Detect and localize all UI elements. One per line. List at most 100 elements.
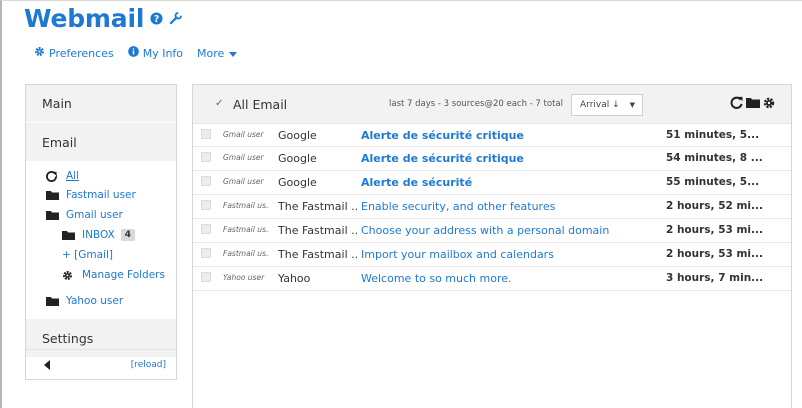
message-time: 2 hours, 52 mi... — [666, 200, 763, 212]
message-sender: Google — [278, 176, 317, 189]
message-subject[interactable]: Welcome to so much more. — [361, 272, 512, 285]
message-account: Fastmail us... — [223, 225, 269, 234]
sidebar-settings-label: Settings — [42, 330, 94, 346]
sidebar-item-label: + [Gmail] — [62, 249, 113, 261]
more-menu[interactable]: More — [197, 47, 241, 60]
sidebar-item-label: INBOX — [82, 229, 115, 241]
message-account: Fastmail us... — [223, 249, 269, 258]
wrench-icon[interactable] — [169, 12, 183, 25]
svg-text:?: ? — [154, 14, 159, 25]
message-sender: The Fastmail ... — [278, 224, 358, 237]
message-subject[interactable]: Import your mailbox and calendars — [361, 248, 554, 261]
message-row[interactable]: Fastmail us... The Fastmail ... Choose y… — [193, 219, 791, 243]
message-account: Yahoo user — [223, 273, 265, 282]
caret-down-icon: ▼ — [629, 101, 635, 109]
folder-icon[interactable] — [746, 97, 760, 108]
message-time: 2 hours, 53 mi... — [666, 248, 763, 260]
more-label: More — [197, 46, 225, 60]
message-subject[interactable]: Alerte de sécurité critique — [361, 129, 524, 142]
message-time: 54 minutes, 8 ... — [666, 152, 763, 164]
sidebar-item-gmail[interactable]: Gmail user — [26, 205, 176, 225]
folder-icon — [46, 210, 60, 220]
sidebar-footer: [reload] — [26, 349, 176, 379]
message-checkbox[interactable] — [201, 200, 211, 210]
sidebar-section-main[interactable]: Main — [26, 85, 176, 122]
unread-count-badge: 4 — [120, 229, 136, 241]
message-checkbox[interactable] — [201, 224, 211, 234]
left-arrow-icon[interactable] — [44, 355, 50, 374]
top-nav: Preferences My Info More — [34, 46, 255, 60]
message-time: 3 hours, 7 min... — [666, 272, 764, 284]
message-checkbox[interactable] — [201, 152, 211, 162]
folder-icon — [46, 296, 60, 306]
message-sender: Google — [278, 129, 317, 142]
sidebar-item-inbox[interactable]: INBOX 4 — [26, 225, 176, 245]
sidebar-item-label: Gmail user — [66, 209, 123, 221]
gear-icon — [34, 46, 49, 60]
all-icon — [46, 170, 60, 182]
header: Webmail ? — [24, 4, 183, 33]
sidebar: Main Email All Fastmail user Gmail user — [25, 84, 177, 380]
folder-tree: All Fastmail user Gmail user INBOX 4 + [… — [26, 161, 176, 319]
sidebar-main-label: Main — [42, 96, 72, 111]
sidebar-section-email[interactable]: Email — [26, 123, 176, 161]
gear-icon — [62, 270, 76, 281]
message-sender: The Fastmail ... — [278, 248, 358, 261]
message-time: 51 minutes, 5... — [666, 129, 760, 141]
message-subject[interactable]: Alerte de sécurité critique — [361, 152, 524, 165]
message-account: Gmail user — [223, 177, 264, 186]
folder-icon — [46, 190, 60, 200]
select-all-checkbox[interactable]: ✓ — [215, 98, 223, 109]
page-title: Webmail — [24, 4, 145, 33]
message-time: 55 minutes, 5... — [666, 176, 760, 188]
sidebar-item-all[interactable]: All — [26, 167, 176, 185]
folder-icon — [62, 230, 76, 240]
message-subject[interactable]: Alerte de sécurité — [361, 176, 472, 189]
toolbar-actions — [727, 96, 775, 109]
sort-select[interactable]: Arrival ↓ ▼ — [571, 94, 643, 116]
reload-link[interactable]: [reload] — [131, 360, 166, 370]
preferences-label: Preferences — [49, 46, 114, 60]
info-icon — [127, 46, 143, 60]
question-icon[interactable]: ? — [150, 12, 163, 25]
message-row[interactable]: Gmail user Google Alerte de sécurité 55 … — [193, 171, 791, 195]
message-row[interactable]: Gmail user Google Alerte de sécurité cri… — [193, 147, 791, 171]
sidebar-item-manage-folders[interactable]: Manage Folders — [26, 265, 176, 285]
message-sender: Google — [278, 152, 317, 165]
message-account: Gmail user — [223, 153, 264, 162]
caret-down-icon — [229, 47, 241, 60]
sort-value: Arrival ↓ — [580, 100, 620, 110]
message-row[interactable]: Fastmail us... The Fastmail ... Enable s… — [193, 195, 791, 219]
sidebar-item-fastmail[interactable]: Fastmail user — [26, 185, 176, 205]
list-title: All Email — [233, 97, 288, 112]
message-row[interactable]: Yahoo user Yahoo Welcome to so much more… — [193, 267, 791, 291]
message-account: Gmail user — [223, 130, 264, 139]
sidebar-email-label: Email — [42, 134, 77, 150]
preferences-link[interactable]: Preferences — [34, 46, 114, 60]
sidebar-item-label: Yahoo user — [66, 295, 124, 307]
myinfo-link[interactable]: My Info — [127, 46, 184, 60]
message-list-panel: ✓ All Email last 7 days - 3 sources@20 e… — [192, 84, 792, 408]
message-subject[interactable]: Choose your address with a personal doma… — [361, 224, 609, 237]
message-checkbox[interactable] — [201, 176, 211, 186]
myinfo-label: My Info — [142, 46, 184, 60]
message-subject[interactable]: Enable security, and other features — [361, 200, 555, 213]
message-checkbox[interactable] — [201, 272, 211, 282]
message-row[interactable]: Fastmail us... The Fastmail ... Import y… — [193, 243, 791, 267]
sidebar-item-gmail-folder[interactable]: + [Gmail] — [26, 245, 176, 265]
message-sender: The Fastmail ... — [278, 200, 358, 213]
gear-icon[interactable] — [763, 97, 775, 109]
message-checkbox[interactable] — [201, 129, 211, 139]
refresh-icon[interactable] — [730, 96, 743, 109]
message-rows: Gmail user Google Alerte de sécurité cri… — [193, 123, 791, 291]
sidebar-item-label: Fastmail user — [66, 189, 136, 201]
message-checkbox[interactable] — [201, 248, 211, 258]
list-meta: last 7 days - 3 sources@20 each - 7 tota… — [389, 99, 563, 109]
sidebar-item-label: All — [66, 170, 80, 182]
message-row[interactable]: Gmail user Google Alerte de sécurité cri… — [193, 123, 791, 147]
message-account: Fastmail us... — [223, 201, 269, 210]
list-toolbar: ✓ All Email last 7 days - 3 sources@20 e… — [193, 85, 791, 123]
sidebar-item-yahoo[interactable]: Yahoo user — [26, 291, 176, 311]
message-time: 2 hours, 53 mi... — [666, 224, 763, 236]
sidebar-item-label: Manage Folders — [82, 269, 165, 281]
